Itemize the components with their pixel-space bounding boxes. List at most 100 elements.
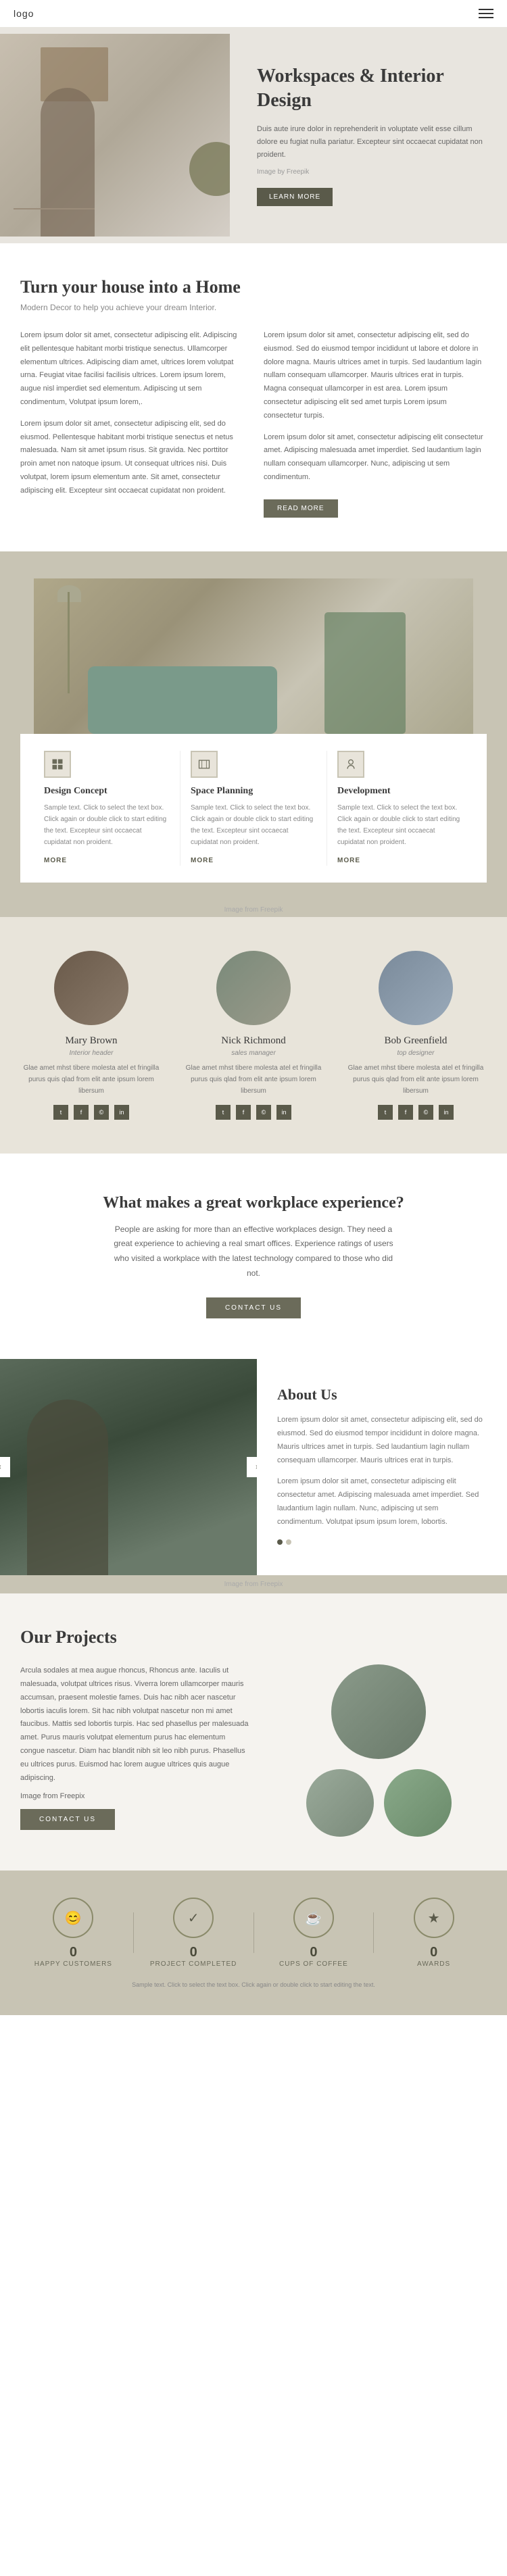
linkedin-icon-0[interactable]: in xyxy=(114,1105,129,1120)
twitter-icon-0[interactable]: t xyxy=(53,1105,68,1120)
instagram-icon-0[interactable]: © xyxy=(94,1105,109,1120)
about-content: About Us Lorem ipsum dolor sit amet, con… xyxy=(257,1359,507,1575)
stat-icon-2: ☕ xyxy=(293,1898,334,1938)
logo[interactable]: logo xyxy=(14,8,34,19)
house-left-text-1: Lorem ipsum dolor sit amet, consectetur … xyxy=(20,329,243,410)
stats-sample-text: Sample text. Click to select the text bo… xyxy=(14,1981,493,1988)
projects-section: Our Projects Arcula sodales at mea augue… xyxy=(0,1593,507,1871)
about-section: ‹ › About Us Lorem ipsum dolor sit amet,… xyxy=(0,1359,507,1575)
read-more-button[interactable]: READ MORE xyxy=(264,499,338,518)
member-name-2: Bob Greenfield xyxy=(345,1035,487,1047)
workplace-section: What makes a great workplace experience?… xyxy=(0,1154,507,1359)
design-section: Design Concept Sample text. Click to sel… xyxy=(0,551,507,917)
project-circles-row xyxy=(306,1769,452,1837)
avatar-bob xyxy=(379,951,453,1025)
instagram-icon-2[interactable]: © xyxy=(418,1105,433,1120)
member-desc-2: Glae amet mhst tibere molesta atel et fr… xyxy=(345,1062,487,1097)
social-links-0: t f © in xyxy=(20,1105,162,1120)
project-circle-main xyxy=(331,1664,426,1759)
design-more-0[interactable]: MORE xyxy=(44,857,67,864)
design-icon-2 xyxy=(337,751,364,778)
hero-image xyxy=(0,34,230,237)
hero-content: Workspaces & Interior Design Duis aute i… xyxy=(230,44,507,227)
facebook-icon-0[interactable]: f xyxy=(74,1105,89,1120)
house-right-text-1: Lorem ipsum dolor sit amet, consectetur … xyxy=(264,329,487,423)
house-title: Turn your house into a Home xyxy=(20,277,487,297)
navigation: logo xyxy=(0,0,507,27)
about-title: About Us xyxy=(277,1386,487,1404)
facebook-icon-1[interactable]: f xyxy=(236,1105,251,1120)
design-more-2[interactable]: MORE xyxy=(337,857,360,864)
design-card-0: Design Concept Sample text. Click to sel… xyxy=(34,751,180,866)
house-subtitle: Modern Decor to help you achieve your dr… xyxy=(20,303,487,312)
stat-label-0: HAPPY CUSTOMERS xyxy=(14,1960,133,1968)
stat-item-2: ☕ 0 CUPS OF COFFEE xyxy=(254,1898,374,1968)
sofa-image xyxy=(34,578,473,754)
linkedin-icon-1[interactable]: in xyxy=(276,1105,291,1120)
member-title-2: top designer xyxy=(345,1049,487,1057)
stat-item-1: ✓ 0 PROJECT COMPLETED xyxy=(134,1898,254,1968)
project-circle-sm-0 xyxy=(306,1769,374,1837)
hamburger-menu[interactable] xyxy=(479,9,493,18)
house-right-column: Lorem ipsum dolor sit amet, consectetur … xyxy=(264,329,487,518)
stat-icon-3: ★ xyxy=(414,1898,454,1938)
linkedin-icon-2[interactable]: in xyxy=(439,1105,454,1120)
workplace-title: What makes a great workplace experience? xyxy=(54,1194,453,1212)
about-dot-0[interactable] xyxy=(277,1539,283,1545)
team-section: Mary Brown Interior header Glae amet mhs… xyxy=(0,917,507,1154)
hero-section: Workspaces & Interior Design Duis aute i… xyxy=(0,27,507,243)
stat-item-0: 😊 0 HAPPY CUSTOMERS xyxy=(14,1898,133,1968)
about-image: ‹ › xyxy=(0,1359,257,1575)
design-card-desc-2: Sample text. Click to select the text bo… xyxy=(337,802,463,848)
twitter-icon-1[interactable]: t xyxy=(216,1105,231,1120)
about-prev-button[interactable]: ‹ xyxy=(0,1457,10,1477)
house-right-text-2: Lorem ipsum dolor sit amet, consectetur … xyxy=(264,431,487,485)
projects-image-credit: Image from Freepix xyxy=(20,1790,250,1804)
member-desc-0: Glae amet mhst tibere molesta atel et fr… xyxy=(20,1062,162,1097)
social-links-1: t f © in xyxy=(183,1105,324,1120)
design-image-credit: Image from Freepik xyxy=(0,903,507,917)
member-desc-1: Glae amet mhst tibere molesta atel et fr… xyxy=(183,1062,324,1097)
team-members: Mary Brown Interior header Glae amet mhs… xyxy=(20,951,487,1120)
stat-item-3: ★ 0 AWARDS xyxy=(374,1898,493,1968)
design-card-2: Development Sample text. Click to select… xyxy=(327,751,473,866)
team-member-2: Bob Greenfield top designer Glae amet mh… xyxy=(345,951,487,1120)
house-section: Turn your house into a Home Modern Decor… xyxy=(0,243,507,551)
projects-text: Arcula sodales at mea augue rhoncus, Rho… xyxy=(20,1664,250,1785)
design-more-1[interactable]: MORE xyxy=(191,857,214,864)
stats-section: 😊 0 HAPPY CUSTOMERS ✓ 0 PROJECT COMPLETE… xyxy=(0,1871,507,2015)
projects-right xyxy=(270,1664,487,1837)
hero-description: Duis aute irure dolor in reprehenderit i… xyxy=(257,123,487,161)
projects-title: Our Projects xyxy=(20,1627,487,1648)
design-icon-1 xyxy=(191,751,218,778)
instagram-icon-1[interactable]: © xyxy=(256,1105,271,1120)
contact-us-button[interactable]: CONTACT US xyxy=(206,1297,301,1318)
stat-number-0: 0 xyxy=(14,1945,133,1960)
stat-icon-1: ✓ xyxy=(173,1898,214,1938)
house-left-text-2: Lorem ipsum dolor sit amet, consectetur … xyxy=(20,418,243,498)
house-left-column: Lorem ipsum dolor sit amet, consectetur … xyxy=(20,329,243,518)
member-title-0: Interior header xyxy=(20,1049,162,1057)
stat-number-2: 0 xyxy=(254,1945,374,1960)
avatar-nick xyxy=(216,951,291,1025)
design-card-desc-0: Sample text. Click to select the text bo… xyxy=(44,802,170,848)
about-next-button[interactable]: › xyxy=(247,1457,257,1477)
design-card-title-2: Development xyxy=(337,786,463,797)
team-member-0: Mary Brown Interior header Glae amet mhs… xyxy=(20,951,162,1120)
about-dot-1[interactable] xyxy=(286,1539,291,1545)
stat-label-2: CUPS OF COFFEE xyxy=(254,1960,374,1968)
twitter-icon-2[interactable]: t xyxy=(378,1105,393,1120)
project-circle-sm-1 xyxy=(384,1769,452,1837)
hero-cta-button[interactable]: LEARN MORE xyxy=(257,188,333,206)
stat-number-1: 0 xyxy=(134,1945,254,1960)
stats-row: 😊 0 HAPPY CUSTOMERS ✓ 0 PROJECT COMPLETE… xyxy=(14,1898,493,1968)
about-text-1: Lorem ipsum dolor sit amet, consectetur … xyxy=(277,1414,487,1467)
facebook-icon-2[interactable]: f xyxy=(398,1105,413,1120)
design-card-1: Space Planning Sample text. Click to sel… xyxy=(180,751,327,866)
member-name-0: Mary Brown xyxy=(20,1035,162,1047)
projects-left: Arcula sodales at mea augue rhoncus, Rho… xyxy=(20,1664,250,1830)
projects-contact-button[interactable]: CONTACT US xyxy=(20,1809,115,1830)
stat-icon-0: 😊 xyxy=(53,1898,93,1938)
design-icon-0 xyxy=(44,751,71,778)
member-name-1: Nick Richmond xyxy=(183,1035,324,1047)
